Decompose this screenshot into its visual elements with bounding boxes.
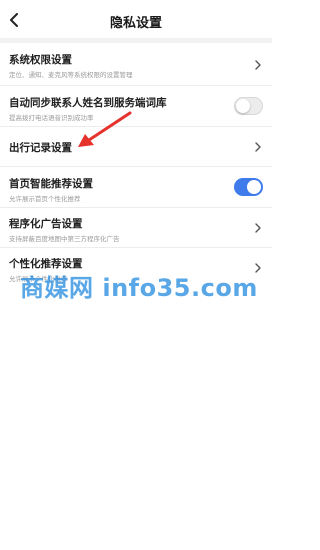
homepage-recommend-toggle[interactable] xyxy=(234,178,263,196)
setting-row-system-permissions[interactable]: 系统权限设置 定位、通知、麦克风等系统权限的设置管理 xyxy=(0,43,272,86)
setting-title: 系统权限设置 xyxy=(9,54,72,66)
chevron-right-icon xyxy=(255,60,261,70)
setting-subtitle: 允许展示首页个性化推荐 xyxy=(9,195,81,203)
header-bar: 隐私设置 xyxy=(0,0,272,42)
setting-row-homepage-recommend: 首页智能推荐设置 允许展示首页个性化推荐 xyxy=(0,167,272,208)
setting-subtitle: 支持屏蔽百度地图中第三方程序化广告 xyxy=(9,235,120,243)
chevron-right-icon xyxy=(255,223,261,233)
setting-title: 出行记录设置 xyxy=(9,142,72,154)
setting-title: 自动同步联系人姓名到服务端词库 xyxy=(9,97,167,109)
sync-contacts-toggle[interactable] xyxy=(234,97,263,115)
setting-subtitle: 提高拨打电话语音识别成功率 xyxy=(9,114,94,122)
setting-title: 首页智能推荐设置 xyxy=(9,178,93,190)
page-title: 隐私设置 xyxy=(109,16,162,31)
setting-row-sync-contacts: 自动同步联系人姓名到服务端词库 提高拨打电话语音识别成功率 xyxy=(0,86,272,127)
setting-row-programmatic-ads[interactable]: 程序化广告设置 支持屏蔽百度地图中第三方程序化广告 xyxy=(0,208,272,248)
toggle-knob xyxy=(247,180,261,194)
chevron-right-icon xyxy=(255,142,261,152)
setting-row-travel-records[interactable]: 出行记录设置 xyxy=(0,127,272,167)
setting-title: 程序化广告设置 xyxy=(9,218,83,230)
setting-subtitle: 定位、通知、麦克风等系统权限的设置管理 xyxy=(9,71,133,79)
empty-area xyxy=(0,312,272,550)
toggle-knob xyxy=(236,99,250,113)
watermark: 商媒网 info35.com xyxy=(20,274,258,302)
settings-list: 系统权限设置 定位、通知、麦克风等系统权限的设置管理 自动同步联系人姓名到服务端… xyxy=(0,43,272,288)
privacy-settings-screen: 隐私设置 系统权限设置 定位、通知、麦克风等系统权限的设置管理 自动同步联系人姓… xyxy=(0,0,272,550)
